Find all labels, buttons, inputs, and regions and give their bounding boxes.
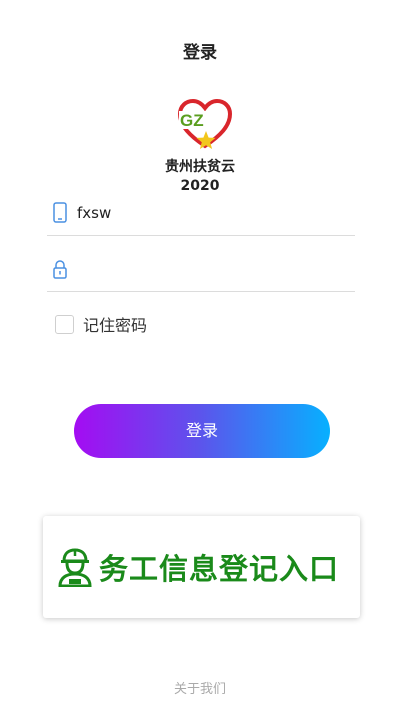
username-field[interactable] <box>47 196 355 236</box>
username-input[interactable] <box>77 198 347 228</box>
logo-year: 2020 <box>180 178 220 194</box>
logo-caption: 贵州扶贫云 <box>165 159 235 175</box>
work-registration-label: 务工信息登记入口 <box>99 552 340 586</box>
work-registration-entry[interactable]: 务工信息登记入口 <box>43 516 360 618</box>
gz-logo: GZ <box>177 98 233 149</box>
password-field[interactable] <box>47 252 355 292</box>
login-button[interactable]: 登录 <box>74 404 330 458</box>
svg-text:GZ: GZ <box>180 111 204 130</box>
remember-checkbox[interactable] <box>55 314 74 334</box>
password-input[interactable] <box>77 254 347 284</box>
phone-icon <box>53 202 67 223</box>
remember-label: 记住密码 <box>83 316 148 335</box>
about-us-link[interactable]: 关于我们 <box>0 678 400 697</box>
lock-icon <box>53 260 67 279</box>
page-title: 登录 <box>183 43 217 63</box>
remember-password[interactable]: 记住密码 <box>55 312 147 336</box>
worker-icon <box>58 548 92 587</box>
